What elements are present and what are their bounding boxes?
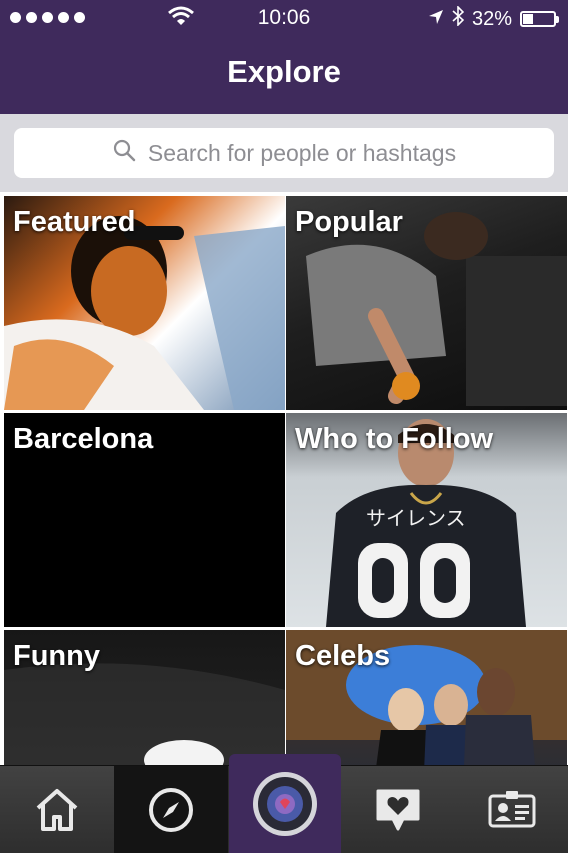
search-placeholder: Search for people or hashtags xyxy=(147,139,457,166)
tile-featured[interactable]: Featured xyxy=(4,196,285,410)
tile-label-who-to-follow: Who to Follow xyxy=(295,423,494,455)
tab-camera[interactable] xyxy=(229,754,341,853)
battery-percent: 32% xyxy=(471,7,512,30)
tab-home[interactable] xyxy=(0,766,114,853)
location-arrow-icon xyxy=(428,8,444,31)
search-icon xyxy=(112,138,136,168)
profile-card-icon xyxy=(487,790,537,830)
tile-who-to-follow[interactable]: サイレンス Who to Follow xyxy=(286,413,567,627)
tile-label-funny: Funny xyxy=(13,640,100,672)
tab-profile[interactable] xyxy=(455,766,568,853)
battery-icon xyxy=(520,11,559,27)
tab-explore[interactable] xyxy=(114,766,228,853)
tile-label-barcelona: Barcelona xyxy=(13,423,154,455)
tab-activity[interactable] xyxy=(341,766,455,853)
navigation-bar: Explore xyxy=(0,36,568,114)
search-input[interactable]: Search for people or hashtags xyxy=(14,128,554,178)
tile-label-featured: Featured xyxy=(13,206,136,238)
bluetooth-icon xyxy=(452,5,465,32)
compass-icon xyxy=(148,787,194,833)
home-icon xyxy=(34,788,80,832)
tile-label-popular: Popular xyxy=(295,206,403,238)
heart-speech-icon xyxy=(373,787,423,833)
search-area: Search for people or hashtags xyxy=(0,114,568,192)
tile-popular[interactable]: Popular xyxy=(286,196,567,410)
tab-bar xyxy=(0,754,568,853)
status-bar: 10:06 32% xyxy=(0,0,568,36)
tile-label-celebs: Celebs xyxy=(295,640,391,672)
svg-text:サイレンス: サイレンス xyxy=(366,506,466,530)
explore-grid: Featured Popular Barcelona サイレンス Who to … xyxy=(0,192,568,844)
page-title: Explore xyxy=(227,54,341,89)
tile-barcelona[interactable]: Barcelona xyxy=(4,413,285,627)
camera-icon xyxy=(250,769,320,839)
